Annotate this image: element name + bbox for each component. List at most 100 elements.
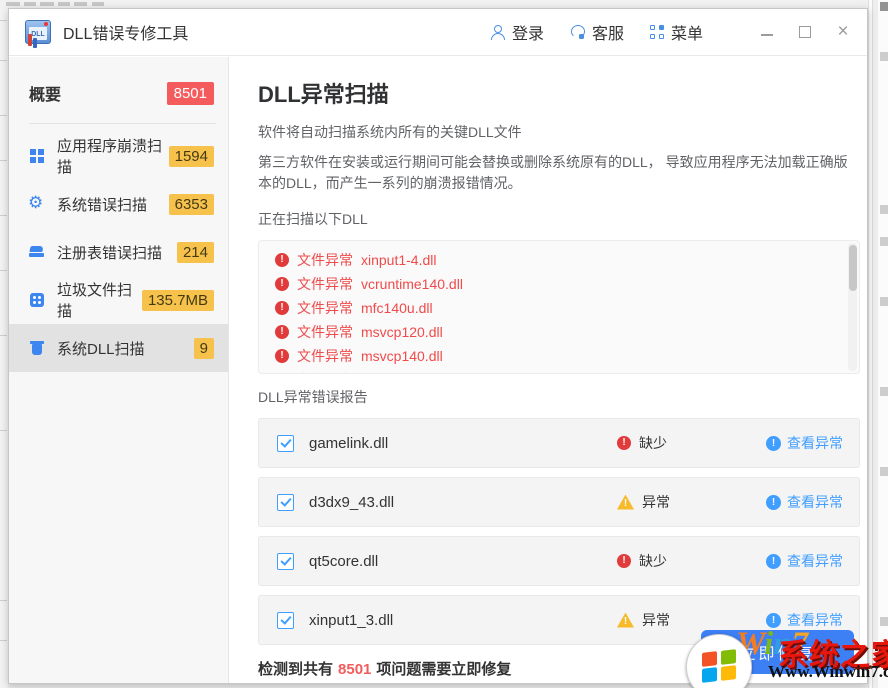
summary-suffix: 项问题需要立即修复: [376, 661, 512, 678]
view-anomaly-link[interactable]: 查看异常: [766, 492, 843, 512]
menu-button[interactable]: 菜单: [649, 20, 703, 44]
sidebar-item-overview[interactable]: 概要 8501: [9, 57, 228, 123]
scan-item-file: msvcp120.dll: [361, 324, 443, 340]
row-checkbox[interactable]: [277, 493, 294, 511]
error-circle-icon: [275, 253, 289, 267]
login-button[interactable]: 登录: [491, 20, 544, 44]
sidebar-item[interactable]: 应用程序崩溃扫描 1594: [9, 132, 228, 180]
table-row: qt5core.dll 缺少 查看异常: [258, 536, 860, 586]
missing-status-icon: [617, 554, 631, 568]
headset-icon: [570, 25, 585, 39]
customer-service-button[interactable]: 客服: [570, 20, 624, 44]
warning-status-icon: [617, 494, 634, 510]
scan-item: 文件异常 msvcp140.dll: [275, 344, 859, 368]
titlebar: DLL DLL错误专修工具 登录 客服 菜单 ×: [9, 9, 867, 56]
app-title: DLL错误专修工具: [63, 26, 189, 43]
status-label: 缺少: [639, 553, 667, 569]
repair-now-button[interactable]: 立即修复: [701, 630, 854, 674]
error-circle-icon: [275, 301, 289, 315]
scan-item: 文件异常 mfc140u.dll: [275, 296, 859, 320]
sidebar-item-icon: [29, 340, 45, 356]
sidebar-item-badge: 9: [193, 337, 214, 359]
sidebar-item-badge: 135.7MB: [141, 289, 214, 311]
view-anomaly-label: 查看异常: [787, 612, 843, 628]
sidebar-items: 应用程序崩溃扫描 1594 系统错误扫描 6353 注册表错误扫描 214 垃圾…: [9, 132, 228, 372]
menu-label: 菜单: [670, 26, 703, 43]
scrollbar-thumb[interactable]: [848, 245, 857, 291]
sidebar-item[interactable]: 垃圾文件扫描 135.7MB: [9, 276, 228, 324]
info-circle-icon: [766, 435, 781, 451]
row-checkbox[interactable]: [277, 611, 294, 629]
sidebar-item[interactable]: 系统DLL扫描 9: [9, 324, 228, 372]
report-label: DLL异常错误报告: [258, 389, 368, 405]
description-line-2: 第三方软件在安装或运行期间可能会替换或删除系统原有的DLL， 导致应用程序无法加…: [258, 154, 848, 191]
status-badge: 缺少: [617, 551, 667, 571]
app-logo-icon: DLL: [25, 20, 51, 48]
scan-item-file: mfc140u.dll: [361, 300, 433, 316]
info-circle-icon: [766, 612, 781, 628]
error-circle-icon: [275, 325, 289, 339]
sidebar-item-label: 系统错误扫描: [57, 196, 148, 214]
view-anomaly-label: 查看异常: [787, 553, 843, 569]
dll-file-name: d3dx9_43.dll: [309, 493, 395, 511]
row-checkbox[interactable]: [277, 552, 294, 570]
view-anomaly-link[interactable]: 查看异常: [766, 433, 843, 453]
login-label: 登录: [511, 26, 544, 43]
scan-item-prefix: 文件异常: [297, 252, 353, 268]
error-circle-icon: [275, 349, 289, 363]
sidebar-item-label: 应用程序崩溃扫描: [57, 138, 163, 176]
scan-item: 文件异常 msvcp120.dll: [275, 320, 859, 344]
view-anomaly-link[interactable]: 查看异常: [766, 610, 843, 630]
scan-item-prefix: 文件异常: [297, 348, 353, 364]
scan-item-file: msvcp140.dll: [361, 348, 443, 364]
scan-item: 文件异常 xinput1_3.dll: [275, 368, 859, 373]
dll-file-name: qt5core.dll: [309, 552, 379, 570]
info-circle-icon: [766, 494, 781, 510]
user-icon: [491, 24, 506, 40]
report-row-list: gamelink.dll 缺少 查看异常 d3dx9_43.dll: [258, 418, 860, 645]
sidebar-item-label: 注册表错误扫描: [57, 244, 163, 262]
page-title: DLL异常扫描: [258, 82, 389, 107]
scan-result-panel: 文件异常 xinput1-4.dll 文件异常 vcruntime140.dll…: [258, 240, 860, 374]
view-anomaly-link[interactable]: 查看异常: [766, 551, 843, 571]
row-checkbox[interactable]: [277, 434, 294, 452]
table-row: gamelink.dll 缺少 查看异常: [258, 418, 860, 468]
overview-badge: 8501: [166, 81, 214, 105]
scan-item-file: vcruntime140.dll: [361, 276, 463, 292]
scan-item-list: 文件异常 xinput1-4.dll 文件异常 vcruntime140.dll…: [275, 248, 859, 373]
main-content: DLL异常扫描 软件将自动扫描系统内所有的关键DLL文件 第三方软件在安装或运行…: [230, 57, 867, 683]
info-circle-icon: [766, 553, 781, 569]
status-label: 异常: [642, 494, 670, 510]
scan-item-file: xinput1-4.dll: [361, 252, 437, 268]
sidebar-item-label: 系统DLL扫描: [57, 340, 145, 358]
overview-label: 概要: [29, 87, 62, 104]
scan-item: 文件异常 xinput1-4.dll: [275, 248, 859, 272]
grid-menu-icon: [649, 25, 664, 39]
maximize-button[interactable]: [797, 24, 813, 40]
view-anomaly-label: 查看异常: [787, 494, 843, 510]
scan-item: 文件异常 vcruntime140.dll: [275, 272, 859, 296]
summary-prefix: 检测到共有: [258, 661, 334, 678]
scan-item-prefix: 文件异常: [297, 324, 353, 340]
status-label: 异常: [642, 612, 670, 628]
sidebar-item[interactable]: 注册表错误扫描 214: [9, 228, 228, 276]
table-row: d3dx9_43.dll 异常 查看异常: [258, 477, 860, 527]
missing-status-icon: [617, 436, 631, 450]
status-label: 缺少: [639, 435, 667, 451]
background-window-right-strip: [868, 0, 888, 688]
sidebar-item-badge: 1594: [168, 145, 214, 167]
scan-item-prefix: 文件异常: [297, 370, 353, 373]
background-window-top-strip: [0, 0, 888, 8]
minimize-button[interactable]: [759, 24, 775, 40]
sidebar-item-badge: 6353: [168, 193, 214, 215]
scan-item-prefix: 文件异常: [297, 276, 353, 292]
dll-file-name: xinput1_3.dll: [309, 611, 394, 629]
summary-count: 8501: [338, 661, 372, 678]
background-window-left-strip: [0, 8, 8, 688]
status-badge: 异常: [617, 610, 670, 630]
sidebar-item[interactable]: 系统错误扫描 6353: [9, 180, 228, 228]
close-button[interactable]: ×: [835, 22, 851, 41]
scan-panel-scrollbar[interactable]: [848, 243, 857, 371]
sidebar-item-badge: 214: [176, 241, 214, 263]
window-controls: ×: [759, 22, 851, 41]
